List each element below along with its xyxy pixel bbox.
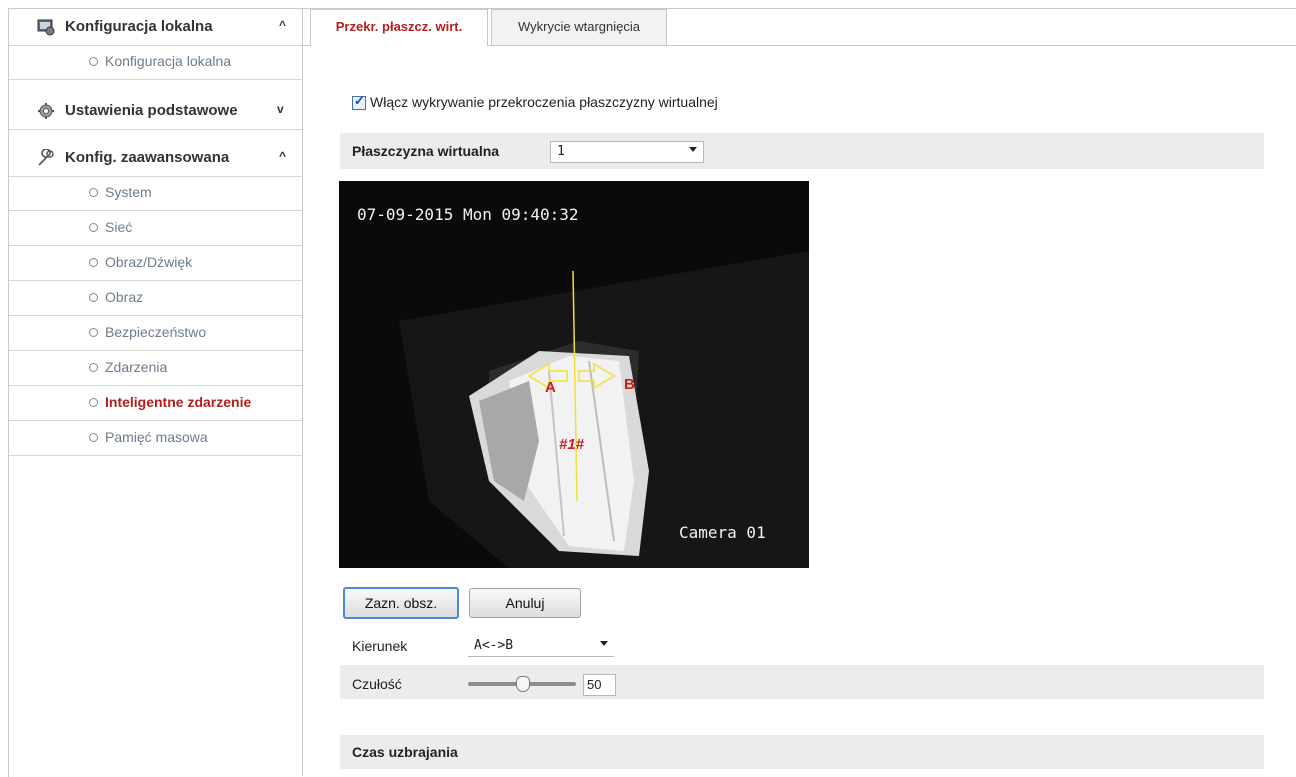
chevron-down-icon[interactable]: v (277, 102, 284, 116)
sidebar-item-label: System (105, 184, 152, 200)
osd-camera-name: Camera 01 (679, 523, 766, 542)
sidebar-item-label: Obraz (105, 289, 144, 305)
bullet-icon (89, 188, 98, 197)
sidebar-item-system[interactable]: System (9, 177, 302, 211)
local-config-icon (37, 19, 55, 36)
sidebar-item-label: Obraz/Dźwięk (105, 254, 193, 270)
bullet-icon (89, 363, 98, 372)
sidebar-item-video-audio[interactable]: Obraz/Dźwięk (9, 247, 302, 281)
virtual-plane-label: Płaszczyzna wirtualna (352, 143, 500, 159)
direction-label: Kierunek (352, 638, 408, 654)
tab-bar: Przekr. płaszcz. wirt. Wykrycie wtargnię… (302, 9, 1296, 46)
chevron-up-icon[interactable]: ^ (279, 149, 286, 163)
sidebar-item-image[interactable]: Obraz (9, 282, 302, 316)
bullet-icon (89, 57, 98, 66)
bullet-icon (89, 223, 98, 232)
sidebar-item-network[interactable]: Sieć (9, 212, 302, 246)
bullet-icon (89, 433, 98, 442)
sidebar-item-label: Zdarzenia (105, 359, 168, 375)
arming-time-band: Czas uzbrajania (340, 735, 1264, 769)
sidebar-item-label: Bezpieczeństwo (105, 324, 207, 340)
sidebar-item-smart-event[interactable]: Inteligentne zdarzenie (9, 387, 302, 421)
cancel-button[interactable]: Anuluj (469, 588, 581, 618)
section-label: Ustawienia podstawowe (65, 102, 238, 119)
bullet-icon (89, 293, 98, 302)
sidebar: Konfiguracja lokalna ^ Konfiguracja loka… (9, 9, 303, 776)
sidebar-item-label: Konfiguracja lokalna (105, 53, 232, 69)
section-label: Konfiguracja lokalna (65, 18, 213, 35)
wrench-icon (38, 149, 54, 166)
draw-area-button[interactable]: Zazn. obsz. (343, 587, 459, 619)
sidebar-item-security[interactable]: Bezpieczeństwo (9, 317, 302, 351)
sidebar-item-events[interactable]: Zdarzenia (9, 352, 302, 386)
video-preview[interactable]: 07-09-2015 Mon 09:40:32 Camera 01 A B #1… (339, 181, 809, 568)
sidebar-item-label: Sieć (105, 219, 133, 235)
section-basic-settings[interactable]: Ustawienia podstawowe v (9, 93, 302, 130)
sensitivity-slider-thumb[interactable] (516, 676, 530, 692)
direction-value: A<->B (474, 638, 514, 653)
direction-select[interactable]: A<->B (468, 636, 614, 657)
sidebar-item-local-config[interactable]: Konfiguracja lokalna (9, 46, 302, 80)
sidebar-item-storage[interactable]: Pamięć masowa (9, 422, 302, 456)
section-label: Konfig. zaawansowana (65, 149, 230, 166)
tab-intrusion-detection[interactable]: Wykrycie wtargnięcia (491, 9, 667, 45)
sidebar-item-label: Pamięć masowa (105, 429, 208, 445)
dropdown-arrow-icon (600, 641, 608, 646)
osd-timestamp: 07-09-2015 Mon 09:40:32 (357, 205, 579, 224)
section-advanced-config[interactable]: Konfig. zaawansowana ^ (9, 140, 302, 177)
sensitivity-value[interactable]: 50 (583, 674, 616, 696)
chevron-up-icon[interactable]: ^ (279, 18, 286, 32)
side-b-label: B (624, 376, 635, 393)
line-id-label: #1# (559, 436, 585, 453)
side-a-label: A (545, 379, 556, 396)
bullet-icon (89, 398, 98, 407)
virtual-plane-band: Płaszczyzna wirtualna 1 (340, 133, 1264, 169)
sensitivity-label: Czułość (352, 676, 402, 692)
bullet-icon (89, 258, 98, 267)
camera-scene (399, 251, 809, 568)
dropdown-arrow-icon (689, 147, 697, 152)
arming-time-label: Czas uzbrajania (352, 744, 458, 760)
enable-checkbox[interactable] (352, 93, 366, 110)
enable-checkbox-label: Włącz wykrywanie przekroczenia płaszczyz… (370, 94, 718, 110)
section-local-config[interactable]: Konfiguracja lokalna ^ (9, 9, 302, 46)
sidebar-item-label: Inteligentne zdarzenie (105, 394, 252, 410)
gear-icon (38, 103, 54, 119)
bullet-icon (89, 328, 98, 337)
tab-line-crossing[interactable]: Przekr. płaszcz. wirt. (310, 9, 488, 46)
virtual-plane-value: 1 (557, 144, 565, 159)
virtual-plane-select[interactable]: 1 (550, 141, 704, 163)
